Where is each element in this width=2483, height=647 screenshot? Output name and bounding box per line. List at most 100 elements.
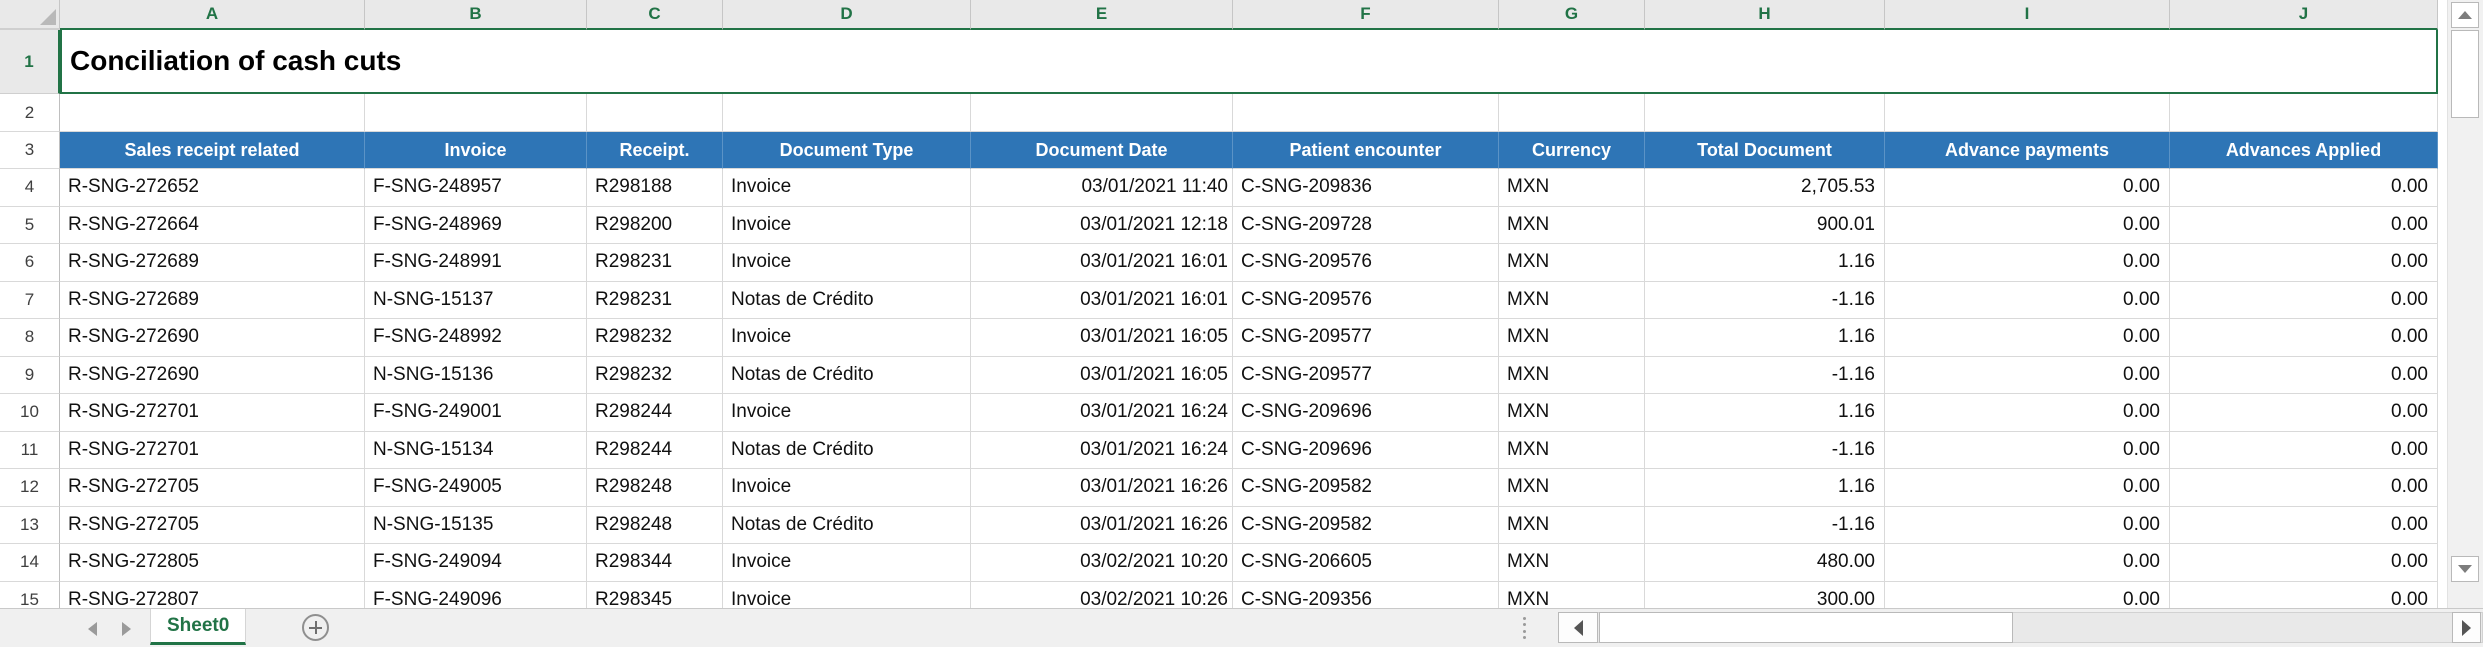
cell-A8[interactable]: R-SNG-272690: [60, 319, 365, 357]
cell-H2[interactable]: [1645, 94, 1885, 132]
cell-A4[interactable]: R-SNG-272652: [60, 169, 365, 207]
cell-E5[interactable]: 03/01/2021 12:18: [971, 206, 1233, 244]
cell-B13[interactable]: N-SNG-15135: [365, 506, 587, 544]
cell-F6[interactable]: C-SNG-209576: [1233, 244, 1499, 282]
cell-C9[interactable]: R298232: [587, 356, 723, 394]
row-header-8[interactable]: 8: [0, 319, 60, 357]
table-header-A[interactable]: Sales receipt related: [60, 132, 365, 169]
cell-B9[interactable]: N-SNG-15136: [365, 356, 587, 394]
cell-C14[interactable]: R298344: [587, 544, 723, 582]
cell-I2[interactable]: [1885, 94, 2170, 132]
table-header-J[interactable]: Advances Applied: [2170, 132, 2438, 169]
cell-I8[interactable]: 0.00: [1885, 319, 2170, 357]
column-header-C[interactable]: C: [587, 0, 723, 30]
cell-F9[interactable]: C-SNG-209577: [1233, 356, 1499, 394]
cell-H13[interactable]: -1.16: [1645, 506, 1885, 544]
cell-B5[interactable]: F-SNG-248969: [365, 206, 587, 244]
cell-I12[interactable]: 0.00: [1885, 469, 2170, 507]
row-header-12[interactable]: 12: [0, 469, 60, 507]
cell-F8[interactable]: C-SNG-209577: [1233, 319, 1499, 357]
cell-I14[interactable]: 0.00: [1885, 544, 2170, 582]
cell-C13[interactable]: R298248: [587, 506, 723, 544]
cell-D4[interactable]: Invoice: [723, 169, 971, 207]
table-header-I[interactable]: Advance payments: [1885, 132, 2170, 169]
cell-E6[interactable]: 03/01/2021 16:01: [971, 244, 1233, 282]
table-header-E[interactable]: Document Date: [971, 132, 1233, 169]
cell-H10[interactable]: 1.16: [1645, 394, 1885, 432]
cell-I4[interactable]: 0.00: [1885, 169, 2170, 207]
cell-H7[interactable]: -1.16: [1645, 281, 1885, 319]
cell-I6[interactable]: 0.00: [1885, 244, 2170, 282]
row-header-11[interactable]: 11: [0, 431, 60, 469]
cell-A7[interactable]: R-SNG-272689: [60, 281, 365, 319]
cell-D9[interactable]: Notas de Crédito: [723, 356, 971, 394]
cell-J15[interactable]: 0.00: [2170, 581, 2438, 608]
tab-splitter-handle[interactable]: [1520, 617, 1528, 639]
tab-nav-left-button[interactable]: [84, 621, 100, 637]
cell-E10[interactable]: 03/01/2021 16:24: [971, 394, 1233, 432]
vertical-scrollbar-thumb[interactable]: [2451, 30, 2479, 118]
cell-G4[interactable]: MXN: [1499, 169, 1645, 207]
scroll-down-button[interactable]: [2451, 556, 2479, 582]
cell-J2[interactable]: [2170, 94, 2438, 132]
cell-D5[interactable]: Invoice: [723, 206, 971, 244]
cell-F15[interactable]: C-SNG-209356: [1233, 581, 1499, 608]
cell-G7[interactable]: MXN: [1499, 281, 1645, 319]
cell-E7[interactable]: 03/01/2021 16:01: [971, 281, 1233, 319]
row-header-1[interactable]: 1: [0, 30, 60, 94]
cell-C6[interactable]: R298231: [587, 244, 723, 282]
cell-H6[interactable]: 1.16: [1645, 244, 1885, 282]
cell-F2[interactable]: [1233, 94, 1499, 132]
cell-H8[interactable]: 1.16: [1645, 319, 1885, 357]
cell-J5[interactable]: 0.00: [2170, 206, 2438, 244]
column-header-I[interactable]: I: [1885, 0, 2170, 30]
cell-G2[interactable]: [1499, 94, 1645, 132]
cell-I11[interactable]: 0.00: [1885, 431, 2170, 469]
cell-D7[interactable]: Notas de Crédito: [723, 281, 971, 319]
cell-G12[interactable]: MXN: [1499, 469, 1645, 507]
cell-B10[interactable]: F-SNG-249001: [365, 394, 587, 432]
cell-G14[interactable]: MXN: [1499, 544, 1645, 582]
column-header-B[interactable]: B: [365, 0, 587, 30]
cell-J4[interactable]: 0.00: [2170, 169, 2438, 207]
cell-D6[interactable]: Invoice: [723, 244, 971, 282]
cell-E9[interactable]: 03/01/2021 16:05: [971, 356, 1233, 394]
cell-C11[interactable]: R298244: [587, 431, 723, 469]
cell-G6[interactable]: MXN: [1499, 244, 1645, 282]
cell-G15[interactable]: MXN: [1499, 581, 1645, 608]
cell-A12[interactable]: R-SNG-272705: [60, 469, 365, 507]
cell-B4[interactable]: F-SNG-248957: [365, 169, 587, 207]
cell-E13[interactable]: 03/01/2021 16:26: [971, 506, 1233, 544]
cell-E12[interactable]: 03/01/2021 16:26: [971, 469, 1233, 507]
cell-G8[interactable]: MXN: [1499, 319, 1645, 357]
table-header-F[interactable]: Patient encounter: [1233, 132, 1499, 169]
cell-B6[interactable]: F-SNG-248991: [365, 244, 587, 282]
column-header-D[interactable]: D: [723, 0, 971, 30]
scroll-left-button[interactable]: [1558, 612, 1598, 643]
cell-C8[interactable]: R298232: [587, 319, 723, 357]
cell-A10[interactable]: R-SNG-272701: [60, 394, 365, 432]
cell-J9[interactable]: 0.00: [2170, 356, 2438, 394]
cell-J6[interactable]: 0.00: [2170, 244, 2438, 282]
cell-E14[interactable]: 03/02/2021 10:20: [971, 544, 1233, 582]
tab-nav-right-button[interactable]: [118, 621, 134, 637]
horizontal-scrollbar-thumb[interactable]: [1599, 612, 2013, 643]
cell-J8[interactable]: 0.00: [2170, 319, 2438, 357]
row-header-3[interactable]: 3: [0, 132, 60, 169]
cell-D8[interactable]: Invoice: [723, 319, 971, 357]
row-header-10[interactable]: 10: [0, 394, 60, 432]
cell-F13[interactable]: C-SNG-209582: [1233, 506, 1499, 544]
select-all-corner[interactable]: [0, 0, 60, 30]
cell-D12[interactable]: Invoice: [723, 469, 971, 507]
cell-J11[interactable]: 0.00: [2170, 431, 2438, 469]
row-header-6[interactable]: 6: [0, 244, 60, 282]
row-header-5[interactable]: 5: [0, 206, 60, 244]
column-header-J[interactable]: J: [2170, 0, 2438, 30]
column-header-H[interactable]: H: [1645, 0, 1885, 30]
cell-J7[interactable]: 0.00: [2170, 281, 2438, 319]
table-header-D[interactable]: Document Type: [723, 132, 971, 169]
cell-E2[interactable]: [971, 94, 1233, 132]
cell-H11[interactable]: -1.16: [1645, 431, 1885, 469]
cell-H12[interactable]: 1.16: [1645, 469, 1885, 507]
cell-F5[interactable]: C-SNG-209728: [1233, 206, 1499, 244]
